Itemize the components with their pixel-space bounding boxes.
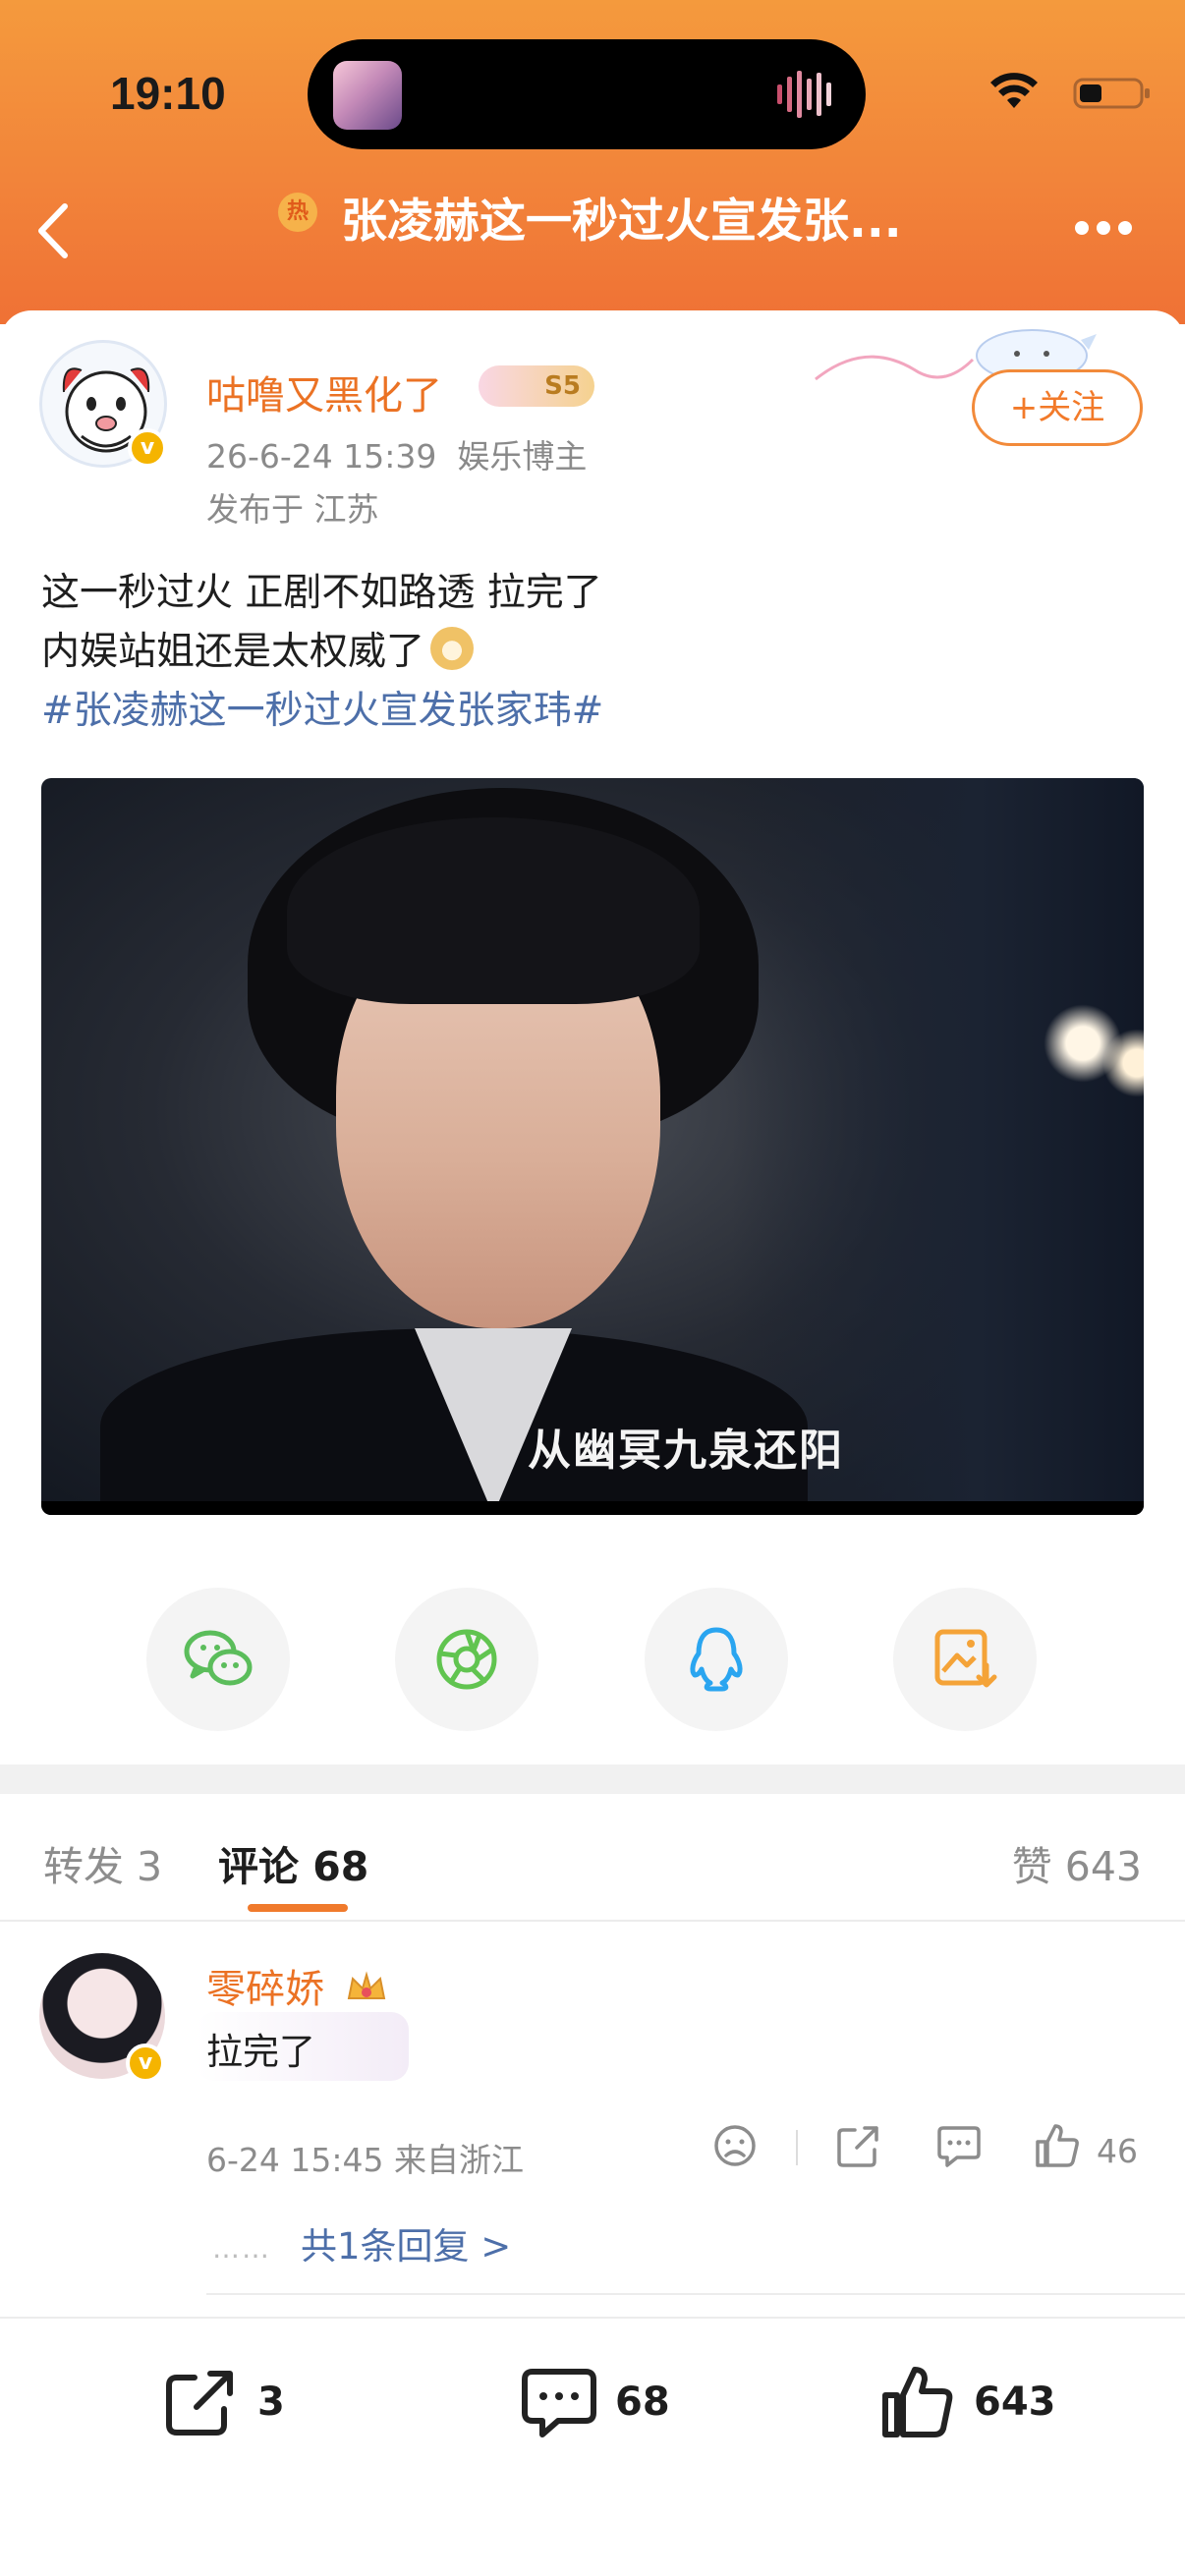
post-text-line: 这一秒过火 正剧不如路透 拉完了 [41, 571, 602, 615]
follow-button[interactable]: +关注 [972, 369, 1143, 446]
save-image-icon [934, 1629, 997, 1688]
comment-item: v 零碎娇 拉完了 6-24 15:45 来自浙江 46 …… 共1条回复 > [0, 1924, 1185, 2297]
dynamic-island[interactable] [308, 39, 866, 149]
video-subtitle: 从幽冥九泉还阳 [528, 1426, 844, 1476]
hot-badge: 热 [278, 193, 317, 232]
like-count: 643 [974, 2380, 1056, 2425]
divider [206, 2293, 1185, 2295]
wifi-icon [990, 73, 1038, 108]
tab-repost[interactable]: 转发 3 [43, 1833, 162, 1892]
comment-icon [522, 2369, 596, 2437]
commenter-name[interactable]: 零碎娇 [206, 1957, 388, 2014]
post-meta: 26-6-24 15:39 娱乐博主 [206, 430, 587, 477]
save-image-button[interactable] [893, 1588, 1037, 1731]
separator [796, 2130, 798, 2165]
audio-wave-icon [777, 71, 831, 118]
commenter-name-text: 零碎娇 [206, 1967, 324, 2012]
header-bar: 19:10 热 张凌赫这一秒过火宣发张... [0, 0, 1185, 324]
video-progress-bar[interactable] [41, 1501, 1144, 1515]
level-badge: S5 [479, 365, 594, 407]
comment-like-count: 46 [1097, 2132, 1138, 2170]
like-icon[interactable] [1032, 2120, 1083, 2171]
tab-like[interactable]: 赞 643 [1012, 1833, 1142, 1892]
back-button[interactable] [29, 196, 79, 265]
tab-comment[interactable]: 评论 68 [218, 1833, 368, 1892]
dot-icon [1075, 221, 1089, 235]
comment-text: 拉完了 [206, 2031, 315, 2073]
post-video[interactable]: 从幽冥九泉还阳 [41, 778, 1144, 1515]
dot-icon [1097, 221, 1110, 235]
post-text-line: 内娱站姐还是太权威了 [41, 621, 475, 676]
more-options-button[interactable] [1075, 220, 1142, 240]
share-wechat-button[interactable] [146, 1588, 290, 1731]
tab-active-indicator [248, 1904, 348, 1912]
moments-icon [436, 1629, 497, 1690]
share-moments-button[interactable] [395, 1588, 538, 1731]
dislike-icon[interactable] [709, 2120, 761, 2171]
repost-count: 3 [257, 2380, 285, 2425]
tab-bar: 转发 3 评论 68 赞 643 [0, 1794, 1185, 1922]
share-row [0, 1588, 1185, 1735]
crown-icon [347, 1971, 385, 1999]
battery-icon [1073, 78, 1150, 109]
reply-dots: …… [212, 2232, 271, 2265]
now-playing-thumbnail [333, 61, 402, 130]
qq-icon [690, 1627, 743, 1692]
author-name[interactable]: 咕噜又黑化了 [206, 364, 442, 420]
post-text-line-2: 内娱站姐还是太权威了 [41, 630, 425, 674]
page-title[interactable]: 张凌赫这一秒过火宣发张... [341, 183, 902, 251]
wechat-icon [184, 1630, 253, 1686]
author-role: 娱乐博主 [457, 437, 588, 476]
view-replies-link[interactable]: 共1条回复 > [301, 2216, 511, 2269]
hashtag-link[interactable]: #张凌赫这一秒过火宣发张家玮# [41, 680, 603, 735]
comment-actions: 46 [0, 2120, 1185, 2179]
status-time: 19:10 [110, 68, 226, 119]
dot-icon [1118, 221, 1132, 235]
verified-badge-icon: v [128, 428, 167, 468]
verified-badge-icon: v [126, 2044, 165, 2083]
doge-emoji-icon [430, 627, 475, 670]
share-icon[interactable] [833, 2120, 884, 2171]
repost-icon [166, 2371, 233, 2436]
bottom-action-bar: 3 68 643 [0, 2317, 1185, 2576]
comment-count: 68 [615, 2380, 670, 2425]
reply-icon[interactable] [933, 2120, 985, 2171]
thumbs-up-icon [882, 2367, 953, 2437]
share-qq-button[interactable] [645, 1588, 788, 1731]
post-location: 发布于 江苏 [206, 490, 379, 529]
post-time: 26-6-24 15:39 [206, 437, 437, 476]
post-card: v 咕噜又黑化了 S5 26-6-24 15:39 娱乐博主 发布于 江苏 +关… [0, 310, 1185, 1764]
section-divider [0, 1764, 1185, 1794]
